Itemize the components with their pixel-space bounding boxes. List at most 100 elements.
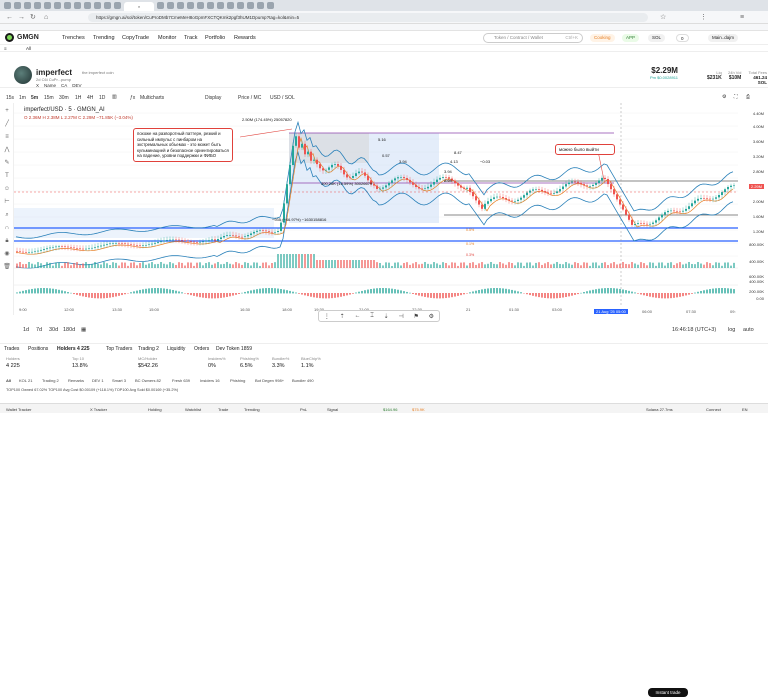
price-axis[interactable]: 4.40M 4.00M 3.60M 3.20M 2.80M 2.29M 2.00… xyxy=(738,103,768,315)
price-chart[interactable]: imperfect/USD · 5 · GMGN_AI O 2.36M H 2.… xyxy=(14,103,754,315)
settings-icon[interactable]: ⚙ xyxy=(722,94,726,100)
home-icon[interactable]: ⌂ xyxy=(44,13,48,22)
menu-icon[interactable]: ≡ xyxy=(740,13,744,22)
tab-favicon[interactable] xyxy=(104,2,111,9)
filter-kol[interactable]: KOL 21 xyxy=(19,378,32,383)
log-toggle[interactable]: log xyxy=(728,327,735,333)
price-mc-toggle[interactable]: Price / MC xyxy=(238,95,261,101)
extensions-icon[interactable]: ⋮ xyxy=(700,13,707,22)
fullscreen-icon[interactable]: ⛶ xyxy=(734,94,738,100)
tf-1d[interactable]: 1D xyxy=(99,95,105,101)
url-input[interactable]: https://gmgn.ai/sol/token/CuProDMb7CmeMe… xyxy=(88,13,648,22)
instant-trade-button[interactable]: Instant trade xyxy=(648,688,688,697)
fib-icon[interactable]: ≡ xyxy=(3,133,11,141)
flag-icon[interactable]: ⚑ xyxy=(413,313,418,320)
status-x-tracker[interactable]: X Tracker xyxy=(90,407,107,412)
range-30d[interactable]: 30d xyxy=(49,327,58,333)
short-position-icon[interactable]: ⇣ xyxy=(384,313,389,320)
chart-canvas[interactable]: 2.50M (174.45%) 25057820 300.26K (15.59%… xyxy=(14,103,738,305)
dev-link[interactable]: DEV xyxy=(72,83,81,88)
tab-top-traders[interactable]: Top Traders xyxy=(106,346,132,352)
chart-annotation-note[interactable]: можно было выйти xyxy=(555,144,615,155)
usd-sol-toggle[interactable]: USD / SOL xyxy=(270,95,295,101)
chart-annotation-note[interactable]: похоже на разворотный паттерн, резкий и … xyxy=(133,128,233,162)
tab-favicon[interactable] xyxy=(94,2,101,9)
smile-icon[interactable]: ☺ xyxy=(3,185,11,193)
display-button[interactable]: Display xyxy=(205,95,221,101)
filter-fresh[interactable]: Fresh 639 xyxy=(172,378,190,383)
filter-insiders[interactable]: Insiders 16 xyxy=(200,378,220,383)
language-select[interactable]: EN xyxy=(742,407,748,412)
tab-favicon[interactable] xyxy=(197,2,204,9)
range-1d[interactable]: 1d xyxy=(23,327,29,333)
auto-toggle[interactable]: auto xyxy=(743,327,754,333)
horizontal-ray-icon[interactable]: ⊣ xyxy=(398,313,403,320)
tab-favicon[interactable] xyxy=(177,2,184,9)
eye-icon[interactable]: ◉ xyxy=(3,250,11,258)
tab-favicon[interactable] xyxy=(217,2,224,9)
range-180d[interactable]: 180d xyxy=(63,327,75,333)
text-icon[interactable]: T xyxy=(3,172,11,180)
tab-holders[interactable]: Holders 4 225 xyxy=(57,346,90,352)
tab-positions[interactable]: Positions xyxy=(28,346,48,352)
magnet-icon[interactable]: ∩ xyxy=(3,224,11,232)
tab-favicon[interactable] xyxy=(257,2,264,9)
status-pnl[interactable]: PnL xyxy=(300,407,307,412)
app-button[interactable]: APP xyxy=(622,34,639,42)
tf-4h[interactable]: 4H xyxy=(87,95,93,101)
screenshot-icon[interactable]: ⎙ xyxy=(746,94,750,100)
connect-button[interactable]: Connect xyxy=(706,407,721,412)
name-search-link[interactable]: Name xyxy=(44,83,56,88)
status-trending[interactable]: Trending xyxy=(244,407,260,412)
nav-portfolio[interactable]: Portfolio xyxy=(205,35,225,41)
nav-rewards[interactable]: Rewards xyxy=(234,35,256,41)
token-address[interactable]: C6i CuPr...pump xyxy=(42,77,71,82)
nav-copytrade[interactable]: CopyTrade xyxy=(122,35,149,41)
brush-icon[interactable]: ✎ xyxy=(3,159,11,167)
tab-favicon[interactable] xyxy=(237,2,244,9)
tab-favicon[interactable] xyxy=(207,2,214,9)
tab-favicon[interactable] xyxy=(167,2,174,9)
status-signal[interactable]: Signal xyxy=(327,407,338,412)
nav-track[interactable]: Track xyxy=(184,35,198,41)
brand-logo[interactable]: GMGN xyxy=(5,33,39,42)
nav-trending[interactable]: Trending xyxy=(93,35,115,41)
tf-1m[interactable]: 1m xyxy=(19,95,26,101)
tab-favicon[interactable] xyxy=(44,2,51,9)
tab-orders[interactable]: Orders xyxy=(194,346,209,352)
filter-bot-degen[interactable]: Bot Degen 998+ xyxy=(255,378,284,383)
status-wallet-tracker[interactable]: Wallet Tracker xyxy=(6,407,31,412)
tab-favicon[interactable] xyxy=(114,2,121,9)
calendar-icon[interactable]: ▦ xyxy=(81,327,86,333)
sidebar-toggle-icon[interactable]: ≡ xyxy=(4,46,7,51)
tab-favicon[interactable] xyxy=(4,2,11,9)
indicators-icon[interactable]: ƒx xyxy=(130,95,135,101)
tf-30m[interactable]: 30m xyxy=(59,95,69,101)
long-position-icon[interactable]: ⇡ xyxy=(340,313,345,320)
account-menu[interactable]: Main..dajm xyxy=(708,34,738,42)
cooking-button[interactable]: Cooking xyxy=(590,34,615,42)
watchlist-all[interactable]: All xyxy=(26,46,31,51)
status-trade[interactable]: Trade xyxy=(218,407,228,412)
tab-active[interactable]: × xyxy=(124,2,154,11)
candle-type-icon[interactable]: ▥ xyxy=(112,94,117,100)
filter-trading[interactable]: Trading 2 xyxy=(42,378,59,383)
move-handle-icon[interactable]: ⋮ xyxy=(324,313,330,320)
nav-trenches[interactable]: Trenches xyxy=(62,35,85,41)
pattern-icon[interactable]: ⋀ xyxy=(3,146,11,154)
range-icon[interactable]: ⌶ xyxy=(370,313,374,320)
tab-favicon[interactable] xyxy=(34,2,41,9)
tab-favicon[interactable] xyxy=(227,2,234,9)
back-icon[interactable]: ← xyxy=(6,13,13,22)
search-input[interactable]: Token / Contract / WalletCtrl+K xyxy=(483,33,583,43)
tf-15m[interactable]: 15m xyxy=(44,95,54,101)
filter-phishing[interactable]: Phishing xyxy=(230,378,245,383)
tab-liquidity[interactable]: Liquidity xyxy=(167,346,185,352)
filter-remarks[interactable]: Remarks xyxy=(68,378,84,383)
arrow-left-icon[interactable]: ← xyxy=(354,313,360,319)
gear-icon[interactable]: ⚙ xyxy=(429,313,434,320)
tab-favicon[interactable] xyxy=(24,2,31,9)
tab-favicon[interactable] xyxy=(14,2,21,9)
tab-favicon[interactable] xyxy=(84,2,91,9)
x-link[interactable]: X xyxy=(36,83,39,88)
